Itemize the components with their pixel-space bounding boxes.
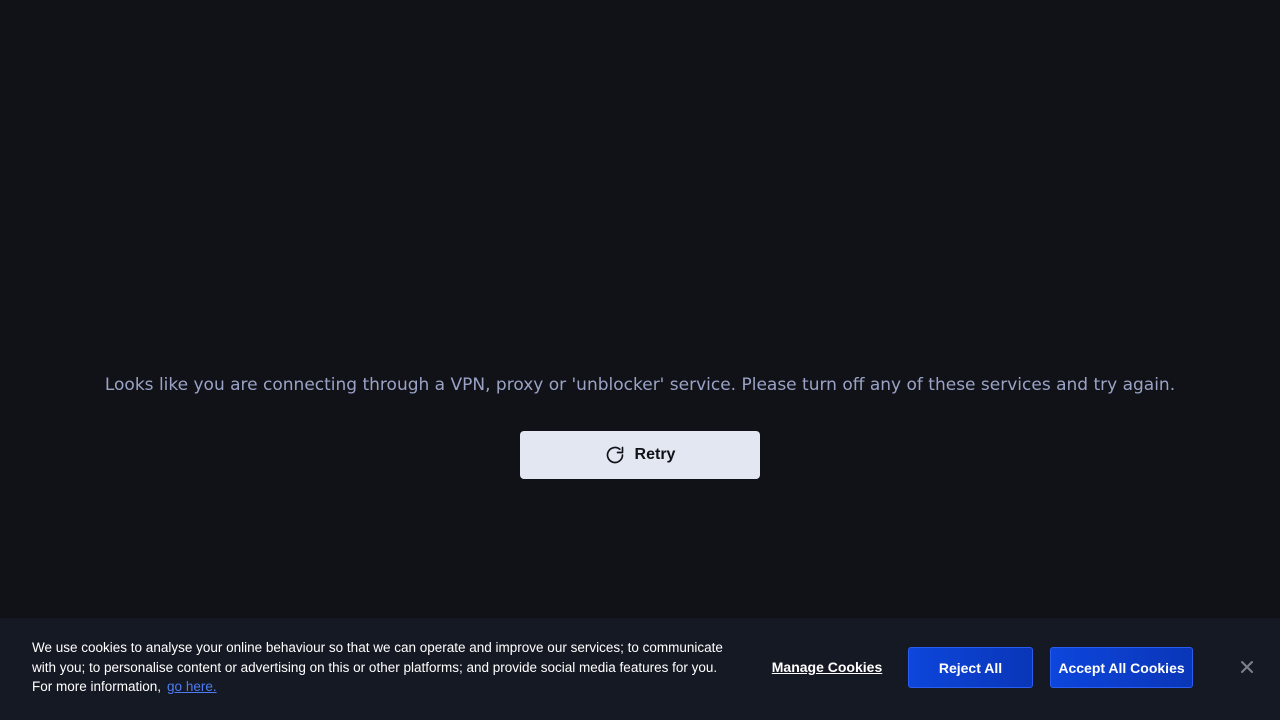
accept-all-cookies-button[interactable]: Accept All Cookies xyxy=(1050,647,1193,688)
close-banner-button[interactable] xyxy=(1236,656,1258,678)
cookie-description: We use cookies to analyse your online be… xyxy=(32,640,723,694)
page: Looks like you are connecting through a … xyxy=(0,0,1280,720)
refresh-icon xyxy=(605,445,625,465)
manage-cookies-button[interactable]: Manage Cookies xyxy=(766,656,888,678)
close-icon xyxy=(1240,660,1254,674)
cookie-banner-text: We use cookies to analyse your online be… xyxy=(32,638,732,697)
retry-label: Retry xyxy=(634,446,676,463)
more-info-link[interactable]: go here. xyxy=(167,679,217,694)
retry-button[interactable]: Retry xyxy=(520,431,760,479)
vpn-warning-message: Looks like you are connecting through a … xyxy=(104,375,1176,395)
reject-all-button[interactable]: Reject All xyxy=(908,647,1033,688)
